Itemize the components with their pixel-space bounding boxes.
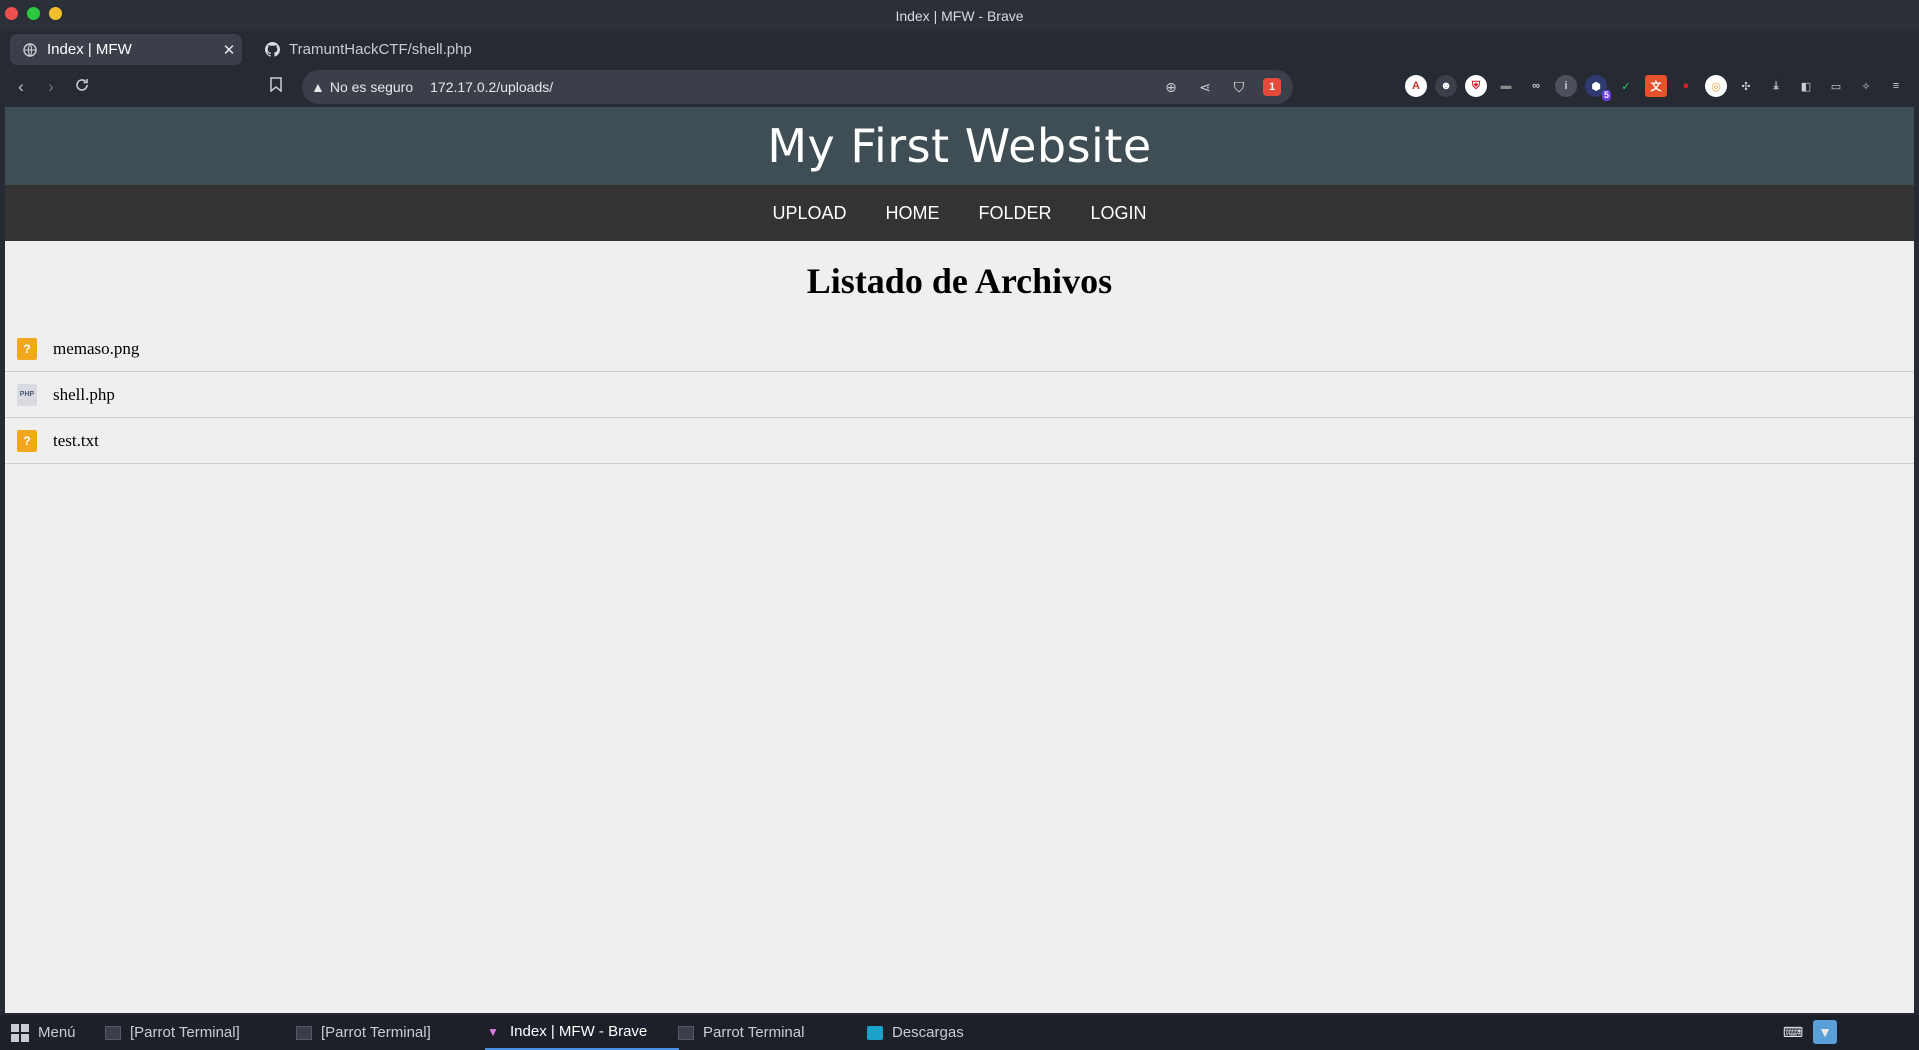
wallet-icon[interactable]: ▭ (1825, 75, 1847, 97)
security-label[interactable]: No es seguro (330, 79, 413, 95)
browser-window: Index | MFW - Brave Index | MFW ✕ Tramun… (0, 0, 1919, 1050)
file-name[interactable]: memaso.png (53, 339, 139, 359)
taskbar-terminal-2[interactable]: [Parrot Terminal] (296, 1015, 431, 1050)
terminal-icon (296, 1025, 312, 1040)
tab-strip: Index | MFW ✕ TramuntHackCTF/shell.php +… (0, 31, 1919, 89)
php-file-icon: PHP (17, 383, 37, 406)
tab-github-shell[interactable]: TramuntHackCTF/shell.php (252, 34, 482, 65)
close-window-button[interactable] (5, 7, 18, 20)
site-nav: UPLOAD HOME FOLDER LOGIN (5, 185, 1914, 241)
maximize-window-button[interactable] (27, 7, 40, 20)
back-button[interactable]: ‹ (10, 76, 32, 98)
forward-button[interactable]: › (40, 76, 62, 98)
extension-ring-icon[interactable]: ◎ (1705, 75, 1727, 97)
extension-hexagon-icon[interactable]: ⬢ 5 (1585, 75, 1611, 101)
title-bar: Index | MFW - Brave (0, 0, 1919, 31)
list-item[interactable]: ? memaso.png (5, 326, 1914, 372)
extension-check-icon[interactable]: ✓ (1615, 75, 1637, 97)
extension-hat-icon[interactable]: ▬ (1495, 75, 1517, 97)
warning-icon: ▲ (311, 79, 325, 95)
list-item[interactable]: PHP shell.php (5, 372, 1914, 418)
nav-upload-link[interactable]: UPLOAD (772, 203, 846, 224)
nav-login-link[interactable]: LOGIN (1091, 203, 1147, 224)
terminal-icon (678, 1025, 694, 1040)
taskbar-item-label: Descargas (892, 1024, 964, 1041)
file-list: ? memaso.png PHP shell.php ? test.txt (5, 326, 1914, 464)
taskbar-terminal-1[interactable]: [Parrot Terminal] (105, 1015, 240, 1050)
file-name[interactable]: shell.php (53, 385, 115, 405)
menu-label: Menú (38, 1024, 76, 1041)
zoom-icon[interactable]: ⊕ (1161, 77, 1181, 97)
taskbar-item-label: Index | MFW - Brave (510, 1023, 648, 1040)
keyboard-layout-icon[interactable]: ⌨ (1781, 1020, 1805, 1044)
nav-folder-link[interactable]: FOLDER (979, 203, 1052, 224)
taskbar-brave[interactable]: ▼ Index | MFW - Brave (485, 1015, 680, 1050)
brave-shields-icon[interactable]: ⛉ (1229, 77, 1249, 97)
url-text[interactable]: 172.17.0.2/uploads/ (430, 79, 553, 95)
brave-tray-icon[interactable]: ▼ (1813, 1020, 1837, 1044)
address-bar[interactable]: ▲ No es seguro 172.17.0.2/uploads/ ⊕ ⋖ ⛉… (302, 70, 1293, 104)
site-title: My First Website (767, 119, 1152, 173)
tab-label: TramuntHackCTF/shell.php (289, 41, 472, 58)
apps-grid-icon (11, 1023, 29, 1042)
downloads-icon[interactable]: ⤓ (1765, 75, 1787, 97)
nav-home-link[interactable]: HOME (886, 203, 940, 224)
taskbar-downloads[interactable]: Descargas (867, 1015, 964, 1050)
unknown-file-icon: ? (17, 429, 37, 452)
extension-a-icon[interactable]: A (1405, 75, 1427, 97)
extensions-row: A ☻ ⛨ ▬ ∞ i ⬢ 5 ✓ 文 ● ◎ ✣ ⤓ ◧ ▭ ✧ ≡ (1405, 75, 1907, 101)
files-heading: Listado de Archivos (806, 261, 1113, 301)
extensions-puzzle-icon[interactable]: ✣ (1735, 75, 1757, 97)
address-bar-actions: ⊕ ⋖ ⛉ 1 (1161, 77, 1281, 97)
taskbar-item-label: [Parrot Terminal] (321, 1024, 431, 1041)
extension-mask-icon[interactable]: ☻ (1435, 75, 1457, 97)
leo-ai-icon[interactable]: ✧ (1855, 75, 1877, 97)
brave-rewards-icon[interactable]: 1 (1263, 78, 1281, 96)
folder-icon (867, 1025, 883, 1040)
taskbar-terminal-3[interactable]: Parrot Terminal (678, 1015, 804, 1050)
globe-icon (22, 42, 38, 58)
minimize-window-button[interactable] (49, 7, 62, 20)
site-header: My First Website (5, 107, 1914, 185)
extension-translate-icon[interactable]: 文 (1645, 75, 1667, 97)
taskbar-item-label: Parrot Terminal (703, 1024, 805, 1041)
main-menu-icon[interactable]: ≡ (1885, 75, 1907, 97)
extension-wappalyzer-icon[interactable]: ∞ (1525, 75, 1547, 97)
taskbar-item-label: [Parrot Terminal] (130, 1024, 240, 1041)
window-title: Index | MFW - Brave (895, 7, 1024, 24)
share-icon[interactable]: ⋖ (1195, 77, 1215, 97)
start-menu-button[interactable]: Menú (11, 1015, 76, 1050)
sidebar-icon[interactable]: ◧ (1795, 75, 1817, 97)
github-icon (264, 42, 280, 58)
system-tray: ⌨ ▼ (1781, 1020, 1837, 1044)
web-page: My First Website UPLOAD HOME FOLDER LOGI… (5, 107, 1914, 1013)
unknown-file-icon: ? (17, 337, 37, 360)
brave-icon: ▼ (487, 1024, 499, 1039)
os-taskbar: Menú [Parrot Terminal] [Parrot Terminal]… (0, 1015, 1919, 1050)
reload-button[interactable] (71, 76, 93, 98)
tab-index-mfw[interactable]: Index | MFW ✕ (10, 34, 242, 65)
bookmark-icon[interactable] (270, 77, 282, 97)
file-name[interactable]: test.txt (53, 431, 99, 451)
list-item[interactable]: ? test.txt (5, 418, 1914, 464)
extension-info-icon[interactable]: i (1555, 75, 1577, 97)
browser-toolbar: ‹ › ▲ No es seguro 172.17.0.2/uploads/ ⊕… (0, 68, 1919, 107)
close-tab-icon[interactable]: ✕ (216, 41, 242, 59)
extension-shield-icon[interactable]: ⛨ (1465, 75, 1487, 97)
extension-drop-icon[interactable]: ● (1675, 75, 1697, 97)
window-controls (5, 7, 62, 20)
terminal-icon (105, 1025, 121, 1040)
tab-label: Index | MFW (47, 41, 132, 58)
